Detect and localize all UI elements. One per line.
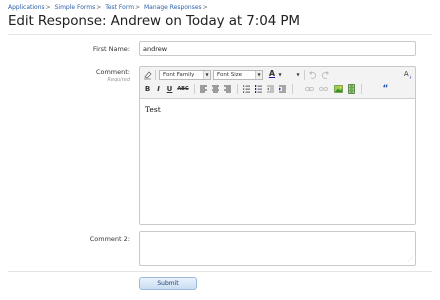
redo-icon[interactable] — [321, 70, 330, 80]
form-divider — [8, 271, 432, 272]
breadcrumb-test-form[interactable]: Test Form — [105, 4, 134, 11]
font-family-select[interactable]: Font Family ▼ — [159, 70, 211, 80]
font-color-icon[interactable]: A — [267, 69, 277, 79]
comment-label: Comment: — [95, 68, 130, 76]
breadcrumb-separator: > — [202, 4, 208, 11]
toolbar-separator — [292, 84, 293, 94]
first-name-label: First Name: — [92, 45, 130, 53]
indent-icon[interactable] — [278, 84, 287, 94]
breadcrumb-separator: > — [45, 4, 51, 11]
page-title: Edit Response: Andrew on Today at 7:04 P… — [8, 13, 300, 29]
chevron-down-icon: ▼ — [203, 71, 210, 79]
title-divider — [8, 34, 432, 35]
underline-icon[interactable]: U — [165, 84, 174, 94]
submit-button[interactable]: Submit — [139, 277, 197, 290]
first-name-field[interactable] — [139, 41, 416, 56]
chevron-down-icon: ▼ — [255, 71, 262, 79]
numbered-list-icon[interactable] — [254, 84, 263, 94]
toolbar-separator — [155, 70, 156, 80]
undo-icon[interactable] — [308, 70, 317, 80]
font-size-label: Font Size — [217, 72, 243, 78]
comment2-textarea[interactable]: ⋰ — [139, 231, 416, 266]
breadcrumb-manage-responses[interactable]: Manage Responses — [144, 4, 202, 11]
font-size-select[interactable]: Font Size ▼ — [213, 70, 263, 80]
editor-toolbar: Font Family ▼ Font Size ▼ A ▼ ▼ A↓ B I U… — [140, 67, 415, 99]
font-family-label: Font Family — [163, 72, 195, 78]
media-icon[interactable] — [347, 84, 356, 94]
eraser-icon[interactable] — [143, 70, 152, 80]
align-right-icon[interactable] — [223, 84, 232, 94]
unlink-icon[interactable] — [319, 84, 328, 94]
breadcrumb-separator: > — [135, 4, 141, 11]
comment2-label: Comment 2: — [89, 235, 130, 243]
toolbar-separator — [361, 84, 362, 94]
text-direction-icon[interactable]: A↓ — [402, 69, 414, 82]
editor-content[interactable]: Test — [145, 105, 161, 114]
strikethrough-icon[interactable]: ABC — [176, 84, 190, 94]
resize-grip-icon[interactable]: ⋰ — [407, 257, 413, 263]
align-left-icon[interactable] — [199, 84, 208, 94]
quote-icon[interactable]: “ — [381, 84, 390, 94]
breadcrumb: Applications> Simple Forms> Test Form> M… — [8, 4, 210, 11]
breadcrumb-simple-forms[interactable]: Simple Forms — [55, 4, 96, 11]
chevron-down-icon[interactable]: ▼ — [295, 70, 301, 80]
breadcrumb-applications[interactable]: Applications — [8, 4, 45, 11]
rich-text-editor: Font Family ▼ Font Size ▼ A ▼ ▼ A↓ B I U… — [139, 66, 416, 225]
bullet-list-icon[interactable] — [242, 84, 251, 94]
toolbar-separator — [304, 70, 305, 80]
toolbar-separator — [237, 84, 238, 94]
required-hint: Required — [107, 77, 130, 83]
outdent-icon[interactable] — [266, 84, 275, 94]
italic-icon[interactable]: I — [154, 84, 163, 94]
align-center-icon[interactable] — [211, 84, 220, 94]
chevron-down-icon[interactable]: ▼ — [277, 70, 283, 80]
breadcrumb-separator: > — [96, 4, 102, 11]
bold-icon[interactable]: B — [143, 84, 152, 94]
image-icon[interactable] — [334, 84, 343, 94]
toolbar-separator — [194, 84, 195, 94]
link-icon[interactable] — [305, 84, 314, 94]
